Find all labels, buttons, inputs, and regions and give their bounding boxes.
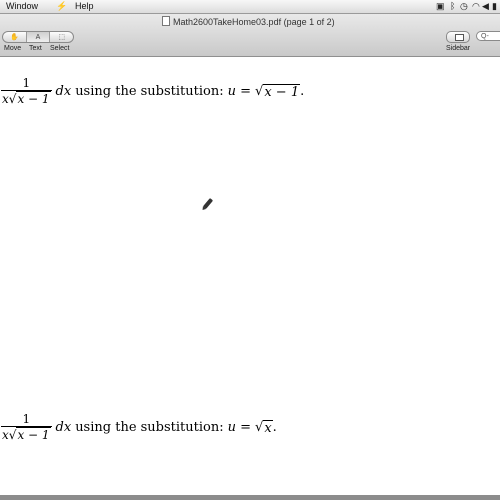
terminator: . <box>300 84 305 99</box>
hand-icon: ✋ <box>9 34 19 41</box>
sidebar-icon <box>455 34 464 41</box>
fraction-denominator: x√x − 1 <box>1 426 52 442</box>
wifi-icon[interactable]: ◠ <box>472 1 480 12</box>
search-input[interactable]: Q- <box>476 31 500 41</box>
sidebar-button[interactable] <box>446 31 470 43</box>
pencil-cursor-icon <box>202 198 214 209</box>
terminator: . <box>272 420 277 435</box>
tool-segmented-control: ✋ A ⬚ <box>2 31 74 43</box>
battery-icon[interactable]: ▮ <box>492 1 497 12</box>
fraction-numerator: 1 <box>22 76 31 90</box>
radical-sign: √ <box>255 420 264 435</box>
menu-window[interactable]: Window <box>6 1 38 12</box>
select-tool-button[interactable]: ⬚ <box>50 32 73 42</box>
radical-sign: √ <box>255 84 264 99</box>
substitution-lhs: u = <box>227 420 252 435</box>
move-tool-label: Move <box>4 45 22 52</box>
pdf-page: 1 x√x − 1 dx using the substitution: u =… <box>0 57 500 497</box>
substitution-text: using the substitution: <box>75 420 224 435</box>
sidebar-label: Sidebar <box>446 45 471 52</box>
integrand-fraction: 1 x√x − 1 <box>1 413 52 442</box>
window-toolbar: Math2600TakeHome03.pdf (page 1 of 2) ✋ A… <box>0 14 500 57</box>
speaker-icon[interactable]: ◀ <box>482 1 489 12</box>
substitution-lhs: u = <box>227 84 252 99</box>
pdf-file-icon <box>162 16 170 26</box>
differential: dx <box>55 84 72 99</box>
problem-1: 1 x√x − 1 dx using the substitution: u =… <box>1 77 304 106</box>
bolt-icon[interactable]: ⚡ <box>56 1 67 12</box>
window-bottom-edge <box>0 495 500 500</box>
substitution-radicand: x <box>263 419 273 436</box>
denominator-radicand: x − 1 <box>16 91 51 106</box>
text-tool-button[interactable]: A <box>26 32 51 42</box>
clock-icon[interactable]: ◷ <box>460 1 468 12</box>
bluetooth-icon[interactable]: ᛒ <box>450 1 455 12</box>
select-tool-label: Select <box>50 45 70 52</box>
denominator-radicand: x − 1 <box>16 427 51 442</box>
menu-bar: Window Help ⚡ ▣ ᛒ ◷ ◠ ◀ ▮ <box>0 0 500 14</box>
move-tool-button[interactable]: ✋ <box>3 32 27 42</box>
screen: Window Help ⚡ ▣ ᛒ ◷ ◠ ◀ ▮ Math2600TakeHo… <box>0 0 500 500</box>
denominator-var: x <box>2 92 9 106</box>
menu-help[interactable]: Help <box>75 1 94 12</box>
text-tool-label: Text <box>29 45 42 52</box>
differential: dx <box>55 420 72 435</box>
substitution-radicand: x − 1 <box>263 83 301 100</box>
fraction-denominator: x√x − 1 <box>1 90 52 106</box>
substitution-text: using the substitution: <box>75 84 224 99</box>
marquee-icon: ⬚ <box>58 34 65 41</box>
denominator-var: x <box>2 428 9 442</box>
integrand-fraction: 1 x√x − 1 <box>1 77 52 106</box>
fraction-numerator: 1 <box>22 412 31 426</box>
text-select-icon: A <box>35 33 41 41</box>
document-title-text: Math2600TakeHome03.pdf (page 1 of 2) <box>173 17 335 27</box>
video-icon[interactable]: ▣ <box>436 1 445 12</box>
document-title: Math2600TakeHome03.pdf (page 1 of 2) <box>162 16 335 27</box>
problem-2: 1 x√x − 1 dx using the substitution: u =… <box>1 413 277 442</box>
